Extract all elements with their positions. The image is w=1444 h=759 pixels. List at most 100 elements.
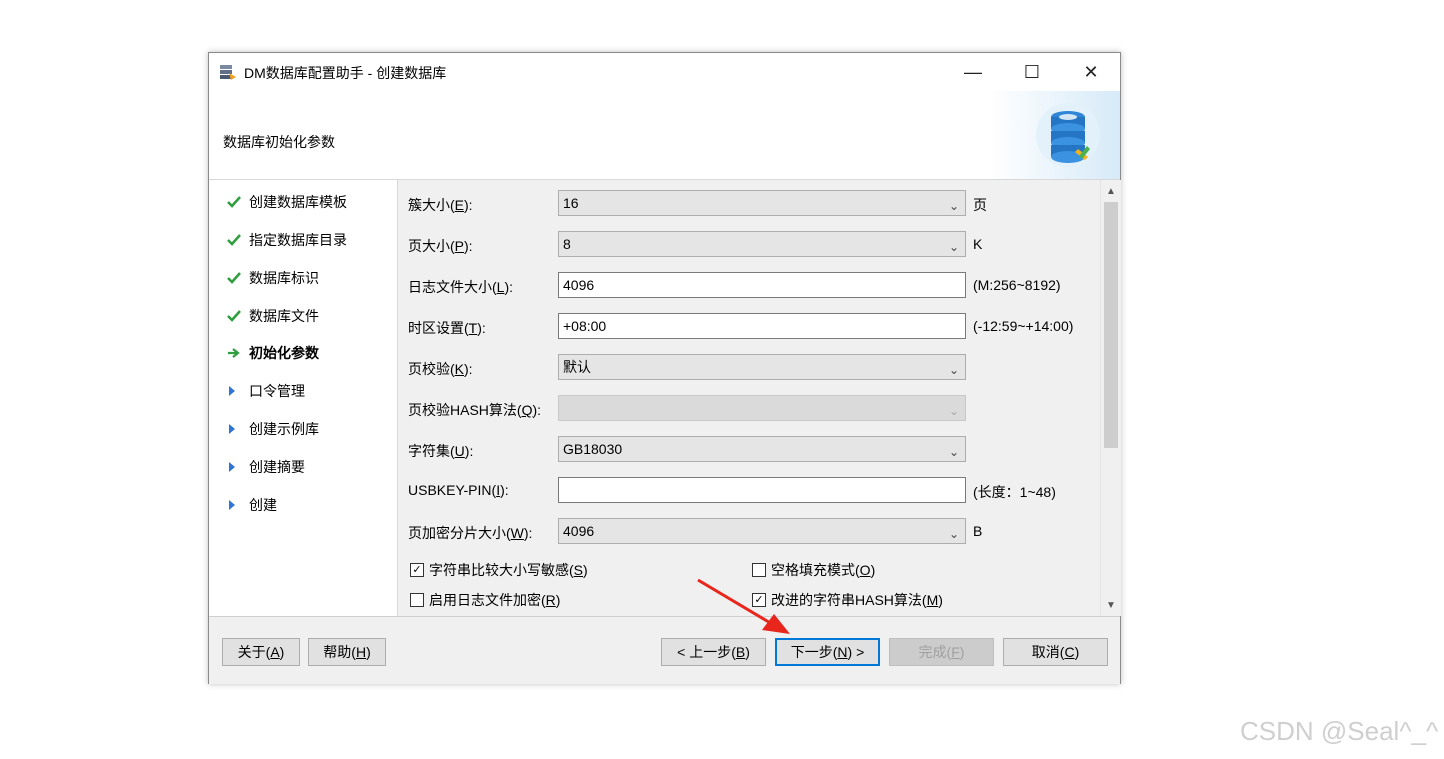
case-sensitive-label: 字符串比较大小写敏感(S) [429,562,588,578]
parameters-panel: 簇大小(E): 16 ⌄ 页 页大小(P): 8 ⌄ K 日志文件大小(L): 40… [398,180,1100,616]
step-item: 数据库标识 [227,268,319,288]
check-icon [227,233,249,247]
page-check-row: 页校验(K): 默认 ⌄ [398,354,1100,382]
arrow-right-icon [227,346,249,360]
page-check-hash-row: 页校验HASH算法(Q): ⌄ [398,395,1100,423]
app-icon [220,65,236,80]
database-illustration-icon [990,91,1120,179]
help-button[interactable]: 帮助(H) [308,638,386,666]
chevron-down-icon: ⌄ [948,527,959,541]
watermark: CSDN @Seal^_^ [1240,716,1439,746]
step-item-current: 初始化参数 [227,343,319,363]
log-file-size-input[interactable]: 4096 [558,272,966,298]
page-enc-slice-label: 页加密分片大小(W): [408,525,533,541]
step-label: 数据库文件 [249,308,319,324]
button-bar: 关于(A) 帮助(H) < 上一步(B) 下一步(N) > 完成(F) 取消(C… [209,616,1120,684]
usbkey-pin-length: (长度：1~48) [973,484,1056,500]
usbkey-pin-input[interactable] [558,477,966,503]
step-label: 创建数据库模板 [249,194,347,210]
time-zone-range: (-12:59~+14:00) [973,318,1074,334]
charset-select[interactable]: GB18030 ⌄ [558,436,966,462]
improved-hash-checkbox[interactable]: ✓ 改进的字符串HASH算法(M) [752,590,943,610]
triangle-right-icon [227,499,249,511]
prev-button[interactable]: < 上一步(B) [661,638,766,666]
page-size-unit: K [973,236,983,252]
cluster-size-row: 簇大小(E): 16 ⌄ 页 [398,190,1100,218]
page-size-select[interactable]: 8 ⌄ [558,231,966,257]
step-item: 创建 [227,495,277,515]
finish-button: 完成(F) [889,638,994,666]
window-title: DM数据库配置助手 - 创建数据库 [244,65,447,81]
step-item: 创建示例库 [227,419,319,439]
page-enc-slice-select[interactable]: 4096 ⌄ [558,518,966,544]
checkbox-checked-icon: ✓ [752,593,766,607]
cluster-size-label: 簇大小(E): [408,197,473,213]
page-check-hash-select: ⌄ [558,395,966,421]
time-zone-input[interactable]: +08:00 [558,313,966,339]
charset-label: 字符集(U): [408,443,474,459]
page-enc-slice-unit: B [973,523,983,539]
log-file-size-label: 日志文件大小(L): [408,279,514,295]
step-label: 初始化参数 [249,345,319,361]
usbkey-pin-label: USBKEY-PIN(I): [408,482,509,498]
checkbox-unchecked-icon [752,563,766,577]
usbkey-pin-row: USBKEY-PIN(I): (长度：1~48) [398,477,1100,505]
page-check-hash-label: 页校验HASH算法(Q): [408,402,542,418]
step-label: 创建 [249,497,277,513]
step-label: 口令管理 [249,383,305,399]
step-label: 创建示例库 [249,421,319,437]
step-label: 指定数据库目录 [249,232,347,248]
check-icon [227,271,249,285]
time-zone-label: 时区设置(T): [408,320,486,336]
page-enc-slice-row: 页加密分片大小(W): 4096 ⌄ B [398,518,1100,546]
chevron-down-icon: ⌄ [948,199,959,213]
improved-hash-label: 改进的字符串HASH算法(M) [771,592,943,608]
check-icon [227,195,249,209]
cluster-size-unit: 页 [973,197,987,213]
blank-pad-checkbox[interactable]: 空格填充模式(O) [752,560,875,580]
step-item: 创建摘要 [227,457,305,477]
page-check-select[interactable]: 默认 ⌄ [558,354,966,380]
vertical-scrollbar[interactable]: ▲ ▼ [1100,180,1121,616]
checkbox-checked-icon: ✓ [410,563,424,577]
title-bar[interactable]: DM数据库配置助手 - 创建数据库 — ☐ ✕ [209,53,1120,91]
chevron-down-icon: ⌄ [948,240,959,254]
cancel-button[interactable]: 取消(C) [1003,638,1108,666]
minimize-button[interactable]: — [944,53,1002,91]
close-button[interactable]: ✕ [1062,53,1120,91]
header-banner: 数据库初始化参数 [209,91,1120,180]
log-file-size-range: (M:256~8192) [973,277,1061,293]
cluster-size-select[interactable]: 16 ⌄ [558,190,966,216]
triangle-right-icon [227,423,249,435]
log-encrypt-label: 启用日志文件加密(R) [429,592,561,608]
checkbox-unchecked-icon [410,593,424,607]
log-file-size-row: 日志文件大小(L): 4096 (M:256~8192) [398,272,1100,300]
step-label: 创建摘要 [249,459,305,475]
step-item: 创建数据库模板 [227,192,347,212]
next-button[interactable]: 下一步(N) > [775,638,880,666]
step-item: 数据库文件 [227,306,319,326]
chevron-down-icon: ⌄ [948,363,959,377]
page-size-row: 页大小(P): 8 ⌄ K [398,231,1100,259]
time-zone-row: 时区设置(T): +08:00 (-12:59~+14:00) [398,313,1100,341]
about-button[interactable]: 关于(A) [222,638,300,666]
page-check-label: 页校验(K): [408,361,473,377]
log-encrypt-checkbox[interactable]: 启用日志文件加密(R) [410,590,560,610]
check-icon [227,309,249,323]
steps-sidebar: 创建数据库模板 指定数据库目录 数据库标识 数据库文件 初始化参数 口令管理 创… [209,180,398,616]
step-item: 口令管理 [227,381,305,401]
step-label: 数据库标识 [249,270,319,286]
config-wizard-window: DM数据库配置助手 - 创建数据库 — ☐ ✕ 数据库初始化参数 创建数据库模板… [208,52,1121,684]
chevron-down-icon: ⌄ [948,404,959,418]
step-item: 指定数据库目录 [227,230,347,250]
scroll-down-icon[interactable]: ▼ [1101,596,1121,614]
charset-row: 字符集(U): GB18030 ⌄ [398,436,1100,464]
maximize-button[interactable]: ☐ [1003,53,1061,91]
scroll-up-icon[interactable]: ▲ [1101,182,1121,200]
triangle-right-icon [227,461,249,473]
scrollbar-thumb[interactable] [1104,202,1118,448]
page-title: 数据库初始化参数 [223,134,335,150]
chevron-down-icon: ⌄ [948,445,959,459]
triangle-right-icon [227,385,249,397]
case-sensitive-checkbox[interactable]: ✓ 字符串比较大小写敏感(S) [410,560,588,580]
